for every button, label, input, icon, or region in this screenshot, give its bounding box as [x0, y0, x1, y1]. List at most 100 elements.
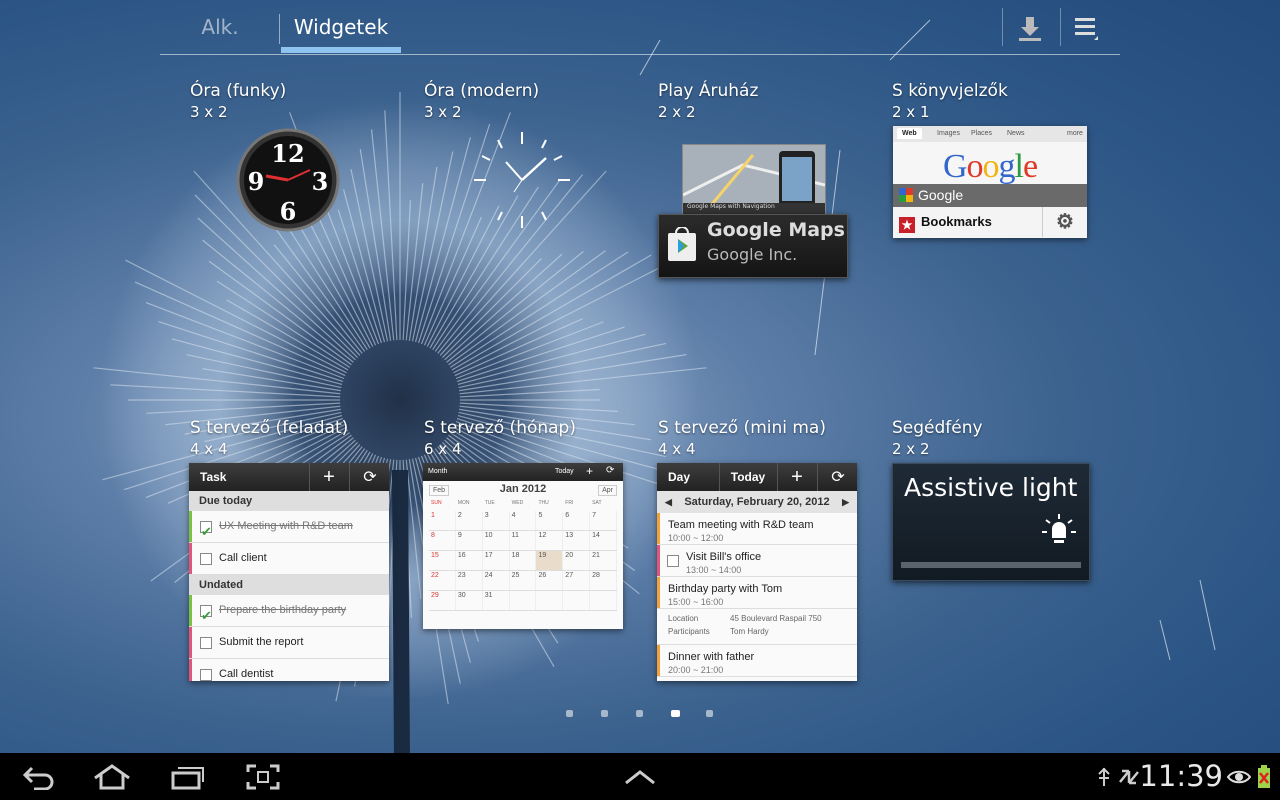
widget-size: 6 x 4	[424, 440, 462, 458]
calendar-day-cell[interactable]: 6	[563, 511, 591, 530]
calendar-day-cell[interactable]: 22	[429, 571, 456, 590]
google-tab-places[interactable]: Places	[971, 130, 992, 137]
home-icon[interactable]	[90, 753, 134, 800]
google-bookmarks-widget-preview[interactable]: Web Images Places News more Google Googl…	[893, 126, 1087, 238]
calendar-day-cell[interactable]: 15	[429, 551, 456, 570]
checkbox-icon[interactable]	[667, 555, 679, 567]
prev-day-icon[interactable]: ◀	[665, 491, 672, 513]
page-dot[interactable]	[601, 710, 608, 717]
calendar-day-cell[interactable]: 30	[456, 591, 483, 610]
month-today-button[interactable]: Today	[555, 468, 574, 475]
calendar-day-cell[interactable]	[563, 591, 591, 610]
page-dot[interactable]	[671, 710, 680, 717]
calendar-day-cell[interactable]	[590, 591, 618, 610]
calendar-day-cell[interactable]: 23	[456, 571, 483, 590]
calendar-day-cell[interactable]: 5	[536, 511, 564, 530]
calendar-day-cell[interactable]: 16	[456, 551, 483, 570]
google-tab-news[interactable]: News	[1007, 130, 1025, 137]
calendar-day-cell[interactable]: 10	[483, 531, 510, 550]
planner-mini-today-widget-preview[interactable]: Day Today + ⟳ ◀ Saturday, February 20, 2…	[657, 463, 857, 681]
calendar-day-cell[interactable]: 26	[536, 571, 564, 590]
calendar-day-cell[interactable]: 28	[590, 571, 618, 590]
widget-size: 2 x 1	[892, 103, 930, 121]
task-row[interactable]: Call dentist	[189, 659, 389, 681]
calendar-day-cell[interactable]: 17	[483, 551, 510, 570]
add-task-icon[interactable]: +	[309, 463, 348, 491]
refresh-icon[interactable]: ⟳	[817, 463, 857, 491]
widget-size: 2 x 2	[658, 103, 696, 121]
calendar-day-cell[interactable]: 11	[510, 531, 537, 550]
calendar-day-cell[interactable]: 14	[590, 531, 618, 550]
calendar-day-cell[interactable]: 13	[563, 531, 591, 550]
download-icon[interactable]	[1008, 6, 1052, 50]
calendar-day-cell[interactable]: 20	[563, 551, 591, 570]
planner-task-widget-preview[interactable]: Task + ⟳ Due today ✔ UX Meeting with R&D …	[189, 463, 389, 681]
refresh-icon[interactable]: ⟳	[349, 463, 389, 491]
checkbox-icon[interactable]	[200, 637, 212, 649]
event-row[interactable]: Visit Bill's office 13:00 ~ 14:00	[657, 545, 857, 577]
page-dot[interactable]	[566, 710, 573, 717]
tab-apps[interactable]: Alk.	[180, 0, 260, 54]
checkbox-checked-icon[interactable]: ✔	[200, 605, 212, 623]
calendar-day-cell[interactable]: 3	[483, 511, 510, 530]
calendar-day-cell[interactable]: 7	[590, 511, 618, 530]
google-tab-web[interactable]: Web	[897, 128, 922, 139]
event-row[interactable]: Team meeting with R&D team 10:00 ~ 12:00	[657, 513, 857, 545]
assistive-light-widget-preview[interactable]: Assistive light	[892, 463, 1090, 581]
calendar-day-cell[interactable]: 29	[429, 591, 456, 610]
calendar-day-cell[interactable]: 1	[429, 511, 456, 530]
next-day-icon[interactable]: ▶	[842, 491, 849, 513]
planner-month-widget-preview[interactable]: Month Today + ⟳ Feb Jan 2012 Apr SUN MON T…	[423, 463, 623, 629]
task-row[interactable]: ✔ Prepare the birthday party	[189, 595, 389, 627]
calendar-day-cell[interactable]: 8	[429, 531, 456, 550]
task-text: Call client	[219, 552, 267, 564]
calendar-day-cell[interactable]	[536, 591, 564, 610]
add-event-icon[interactable]: +	[777, 463, 816, 491]
tab-widgets[interactable]: Widgetek	[281, 0, 401, 54]
next-month-button[interactable]: Apr	[598, 485, 617, 496]
chevron-up-icon[interactable]	[620, 753, 660, 800]
svg-text:12: 12	[271, 139, 304, 168]
event-row[interactable]: Birthday party with Tom 15:00 ~ 16:00	[657, 577, 857, 609]
calendar-day-cell[interactable]	[510, 591, 537, 610]
checkbox-icon[interactable]	[200, 553, 212, 565]
calendar-day-cell[interactable]: 19	[536, 551, 564, 570]
screenshot-icon[interactable]	[242, 753, 284, 800]
participants-value: Tom Hardy	[730, 627, 769, 636]
calendar-day-cell[interactable]: 25	[510, 571, 537, 590]
play-store-widget-preview[interactable]: Google Maps with Navigation Google Maps …	[658, 144, 848, 278]
calendar-day-cell[interactable]: 12	[536, 531, 564, 550]
modern-clock-widget-preview[interactable]	[470, 128, 574, 232]
day-view-label[interactable]: Day	[668, 470, 690, 484]
settings-gear-icon[interactable]: ⚙	[1042, 207, 1087, 237]
back-icon[interactable]	[18, 753, 60, 800]
calendar-day-cell[interactable]: 18	[510, 551, 537, 570]
checkbox-checked-icon[interactable]: ✔	[200, 521, 212, 539]
calendar-day-cell[interactable]: 31	[483, 591, 510, 610]
page-dot[interactable]	[636, 710, 643, 717]
calendar-day-cell[interactable]: 9	[456, 531, 483, 550]
recent-apps-icon[interactable]	[166, 753, 210, 800]
calendar-day-cell[interactable]: 4	[510, 511, 537, 530]
calendar-day-cell[interactable]: 2	[456, 511, 483, 530]
calendar-day-cell[interactable]: 24	[483, 571, 510, 590]
funky-clock-widget-preview[interactable]: 12 9 3 6	[236, 128, 340, 232]
page-dot[interactable]	[706, 710, 713, 717]
google-search-bar[interactable]: Google	[893, 184, 1087, 207]
event-row[interactable]: Dinner with father 20:00 ~ 21:00	[657, 645, 857, 677]
task-row[interactable]: Submit the report	[189, 627, 389, 659]
calendar-day-cell[interactable]: 27	[563, 571, 591, 590]
task-row[interactable]: Call client	[189, 543, 389, 575]
google-tab-more[interactable]: more	[1067, 130, 1083, 137]
task-row[interactable]: ✔ UX Meeting with R&D team	[189, 511, 389, 543]
bookmarks-bar[interactable]: ★ Bookmarks ⚙	[893, 207, 1087, 237]
day-today-button[interactable]: Today	[719, 463, 776, 491]
google-tab-images[interactable]: Images	[937, 130, 960, 137]
menu-icon[interactable]	[1064, 6, 1108, 50]
refresh-icon[interactable]: ⟳	[606, 465, 614, 476]
calendar-day-cell[interactable]: 21	[590, 551, 618, 570]
task-title: Task	[200, 470, 227, 484]
checkbox-icon[interactable]	[200, 669, 212, 681]
add-event-icon[interactable]: +	[586, 464, 593, 478]
play-app-card[interactable]: Google Maps Google Inc.	[658, 214, 848, 278]
